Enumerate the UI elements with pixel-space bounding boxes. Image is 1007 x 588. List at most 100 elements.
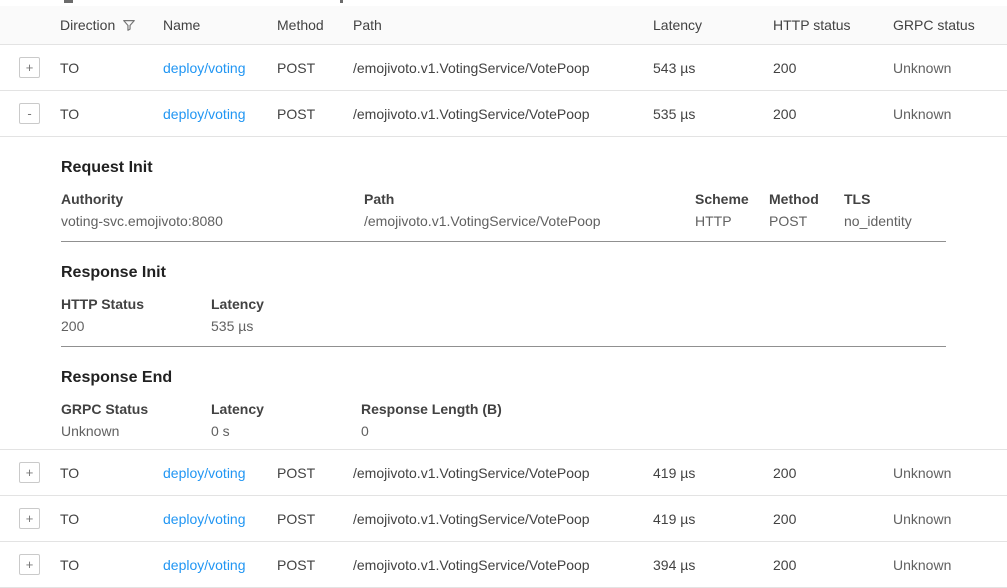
path-cell: /emojivoto.v1.VotingService/VotePoop <box>353 465 653 481</box>
field-label: Response Length (B) <box>361 401 946 418</box>
detail-field: Authority voting-svc.emojivoto:8080 <box>61 191 364 230</box>
cropped-text-remnant <box>64 0 73 3</box>
resource-link[interactable]: deploy/voting <box>163 511 246 527</box>
cropped-text-remnant <box>340 0 343 3</box>
column-header-method: Method <box>277 17 353 33</box>
detail-field: Path /emojivoto.v1.VotingService/VotePoo… <box>364 191 695 230</box>
resource-link[interactable]: deploy/voting <box>163 465 246 481</box>
expanded-row-detail: Request Init Authority voting-svc.emojiv… <box>0 137 1007 450</box>
section-title: Response End <box>61 368 946 387</box>
grpc-status-cell: Unknown <box>893 557 1007 573</box>
filter-funnel-icon[interactable] <box>122 18 136 35</box>
table-row: + TO deploy/voting POST /emojivoto.v1.Vo… <box>0 496 1007 542</box>
field-value: voting-svc.emojivoto:8080 <box>61 213 364 230</box>
table-row-expanded: - TO deploy/voting POST /emojivoto.v1.Vo… <box>0 91 1007 137</box>
path-cell: /emojivoto.v1.VotingService/VotePoop <box>353 106 653 122</box>
field-label: HTTP Status <box>61 296 211 313</box>
expand-cell: + <box>0 57 60 78</box>
http-status-cell: 200 <box>773 465 893 481</box>
expand-cell: + <box>0 554 60 575</box>
detail-field: Latency 535 µs <box>211 296 946 335</box>
path-cell: /emojivoto.v1.VotingService/VotePoop <box>353 557 653 573</box>
detail-field: Scheme HTTP <box>695 191 769 230</box>
latency-cell: 419 µs <box>653 465 773 481</box>
http-status-cell: 200 <box>773 60 893 76</box>
tap-results-table: Direction Name Method Path Latency HTTP … <box>0 0 1007 588</box>
path-cell: /emojivoto.v1.VotingService/VotePoop <box>353 60 653 76</box>
grpc-status-cell: Unknown <box>893 511 1007 527</box>
column-header-path: Path <box>353 17 653 33</box>
grpc-status-cell: Unknown <box>893 465 1007 481</box>
http-status-cell: 200 <box>773 557 893 573</box>
expand-toggle-button[interactable]: + <box>19 554 40 575</box>
response-end-section: Response End GRPC Status Unknown Latency… <box>61 347 946 449</box>
field-label: GRPC Status <box>61 401 211 418</box>
request-init-section: Request Init Authority voting-svc.emojiv… <box>61 137 946 242</box>
field-label: TLS <box>844 191 946 208</box>
collapse-toggle-button[interactable]: - <box>19 103 40 124</box>
section-title: Response Init <box>61 263 946 282</box>
expand-cell: - <box>0 103 60 124</box>
column-header-label: Direction <box>60 17 115 33</box>
grpc-status-cell: Unknown <box>893 106 1007 122</box>
field-label: Authority <box>61 191 364 208</box>
table-row: + TO deploy/voting POST /emojivoto.v1.Vo… <box>0 542 1007 588</box>
column-header-http-status: HTTP status <box>773 17 893 33</box>
http-status-cell: 200 <box>773 106 893 122</box>
field-label: Latency <box>211 296 946 313</box>
grpc-status-cell: Unknown <box>893 60 1007 76</box>
http-status-cell: 200 <box>773 511 893 527</box>
column-header-grpc-status: GRPC status <box>893 17 1007 33</box>
field-value: 0 <box>361 423 946 440</box>
detail-field: Response Length (B) 0 <box>361 401 946 440</box>
method-cell: POST <box>277 60 353 76</box>
field-value: 200 <box>61 318 211 335</box>
expand-cell: + <box>0 462 60 483</box>
latency-cell: 419 µs <box>653 511 773 527</box>
field-value: 535 µs <box>211 318 946 335</box>
method-cell: POST <box>277 106 353 122</box>
path-cell: /emojivoto.v1.VotingService/VotePoop <box>353 511 653 527</box>
detail-field: Latency 0 s <box>211 401 361 440</box>
field-label: Latency <box>211 401 361 418</box>
detail-field: GRPC Status Unknown <box>61 401 211 440</box>
field-value: POST <box>769 213 844 230</box>
table-row: + TO deploy/voting POST /emojivoto.v1.Vo… <box>0 450 1007 496</box>
direction-cell: TO <box>60 557 163 573</box>
table-header-row: Direction Name Method Path Latency HTTP … <box>0 6 1007 45</box>
field-value: no_identity <box>844 213 946 230</box>
field-label: Scheme <box>695 191 769 208</box>
direction-cell: TO <box>60 511 163 527</box>
latency-cell: 535 µs <box>653 106 773 122</box>
column-header-name: Name <box>163 17 277 33</box>
field-label: Path <box>364 191 695 208</box>
section-title: Request Init <box>61 158 946 177</box>
resource-link[interactable]: deploy/voting <box>163 557 246 573</box>
field-value: Unknown <box>61 423 211 440</box>
method-cell: POST <box>277 465 353 481</box>
column-header-latency: Latency <box>653 17 773 33</box>
expand-toggle-button[interactable]: + <box>19 508 40 529</box>
detail-field: TLS no_identity <box>844 191 946 230</box>
direction-cell: TO <box>60 106 163 122</box>
response-init-section: Response Init HTTP Status 200 Latency 53… <box>61 242 946 347</box>
latency-cell: 394 µs <box>653 557 773 573</box>
resource-link[interactable]: deploy/voting <box>163 60 246 76</box>
expand-cell: + <box>0 508 60 529</box>
resource-link[interactable]: deploy/voting <box>163 106 246 122</box>
detail-field: Method POST <box>769 191 844 230</box>
latency-cell: 543 µs <box>653 60 773 76</box>
field-value: 0 s <box>211 423 361 440</box>
direction-cell: TO <box>60 60 163 76</box>
expand-toggle-button[interactable]: + <box>19 462 40 483</box>
expand-toggle-button[interactable]: + <box>19 57 40 78</box>
cropped-top-strip <box>0 0 1007 6</box>
detail-field: HTTP Status 200 <box>61 296 211 335</box>
field-label: Method <box>769 191 844 208</box>
field-value: /emojivoto.v1.VotingService/VotePoop <box>364 213 695 230</box>
column-header-direction: Direction <box>60 16 163 35</box>
method-cell: POST <box>277 557 353 573</box>
table-row: + TO deploy/voting POST /emojivoto.v1.Vo… <box>0 45 1007 91</box>
direction-cell: TO <box>60 465 163 481</box>
method-cell: POST <box>277 511 353 527</box>
